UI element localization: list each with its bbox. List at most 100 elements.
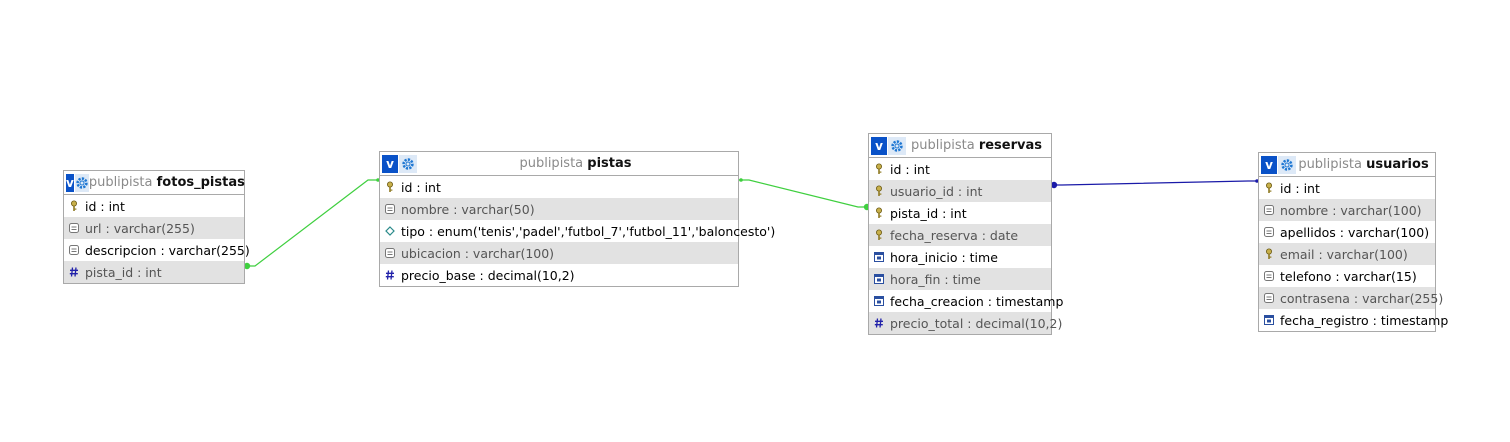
column-label: usuario_id : int bbox=[890, 183, 983, 199]
table-usuarios[interactable]: v publipista usuarios id : int nombre : … bbox=[1258, 152, 1448, 332]
relation-line-fotos-pistas-to-pistas bbox=[245, 179, 380, 267]
key-icon bbox=[68, 200, 80, 212]
table-fotos-pistas[interactable]: v publipista fotos_pistas id : int url :… bbox=[63, 170, 250, 284]
time-column-icon bbox=[1263, 314, 1275, 326]
column-row-url[interactable]: url : varchar(255) bbox=[64, 217, 244, 239]
table-pistas[interactable]: v publipista pistas id : int nombre : va… bbox=[379, 151, 775, 287]
number-column-icon bbox=[384, 269, 396, 281]
database-name: publipista bbox=[911, 138, 975, 153]
column-row-pista-id[interactable]: pista_id : int bbox=[64, 261, 244, 283]
column-row-fecha-creacion[interactable]: fecha_creacion : timestamp bbox=[869, 290, 1063, 312]
column-row-id[interactable]: id : int bbox=[380, 176, 738, 198]
table-name: pistas bbox=[587, 156, 632, 171]
column-row-precio-total[interactable]: precio_total : decimal(10,2) bbox=[869, 312, 1062, 334]
column-row-fecha-reserva[interactable]: fecha_reserva : date bbox=[869, 224, 1051, 246]
key-icon bbox=[1263, 248, 1275, 260]
text-column-icon bbox=[1263, 292, 1275, 304]
toggle-columns-button[interactable]: v bbox=[871, 136, 887, 155]
database-name: publipista bbox=[519, 156, 584, 171]
table-name: fotos_pistas bbox=[156, 175, 245, 190]
column-label: url : varchar(255) bbox=[85, 220, 195, 236]
text-column-icon bbox=[68, 244, 80, 256]
key-icon bbox=[873, 207, 885, 219]
toggle-columns-button[interactable]: v bbox=[382, 154, 398, 173]
time-column-icon bbox=[873, 273, 885, 285]
column-row-tipo[interactable]: tipo : enum('tenis','padel','futbol_7','… bbox=[380, 220, 775, 242]
column-label: precio_total : decimal(10,2) bbox=[890, 315, 1063, 331]
column-label: telefono : varchar(15) bbox=[1280, 268, 1417, 284]
relation-line-reservas-to-usuarios bbox=[1052, 180, 1258, 186]
column-label: nombre : varchar(100) bbox=[1280, 202, 1422, 218]
key-icon bbox=[873, 185, 885, 197]
table-header[interactable]: v publipista pistas bbox=[380, 152, 738, 176]
column-label: fecha_registro : timestamp bbox=[1280, 312, 1449, 328]
table-header[interactable]: v publipista reservas bbox=[869, 134, 1051, 158]
column-label: descripcion : varchar(255) bbox=[85, 242, 250, 258]
column-label: fecha_creacion : timestamp bbox=[890, 293, 1064, 309]
column-row-id[interactable]: id : int bbox=[869, 158, 1051, 180]
table-title[interactable]: publipista pistas bbox=[417, 156, 738, 171]
column-label: nombre : varchar(50) bbox=[401, 201, 535, 217]
table-header[interactable]: v publipista fotos_pistas bbox=[64, 171, 245, 195]
table-title[interactable]: publipista fotos_pistas bbox=[89, 175, 249, 190]
gear-icon[interactable] bbox=[74, 173, 89, 192]
key-icon bbox=[384, 181, 396, 193]
column-row-email[interactable]: email : varchar(100) bbox=[1259, 243, 1435, 265]
column-label: ubicacion : varchar(100) bbox=[401, 245, 555, 261]
column-label: id : int bbox=[890, 161, 930, 177]
column-row-precio-base[interactable]: precio_base : decimal(10,2) bbox=[380, 264, 738, 286]
column-row-nombre[interactable]: nombre : varchar(100) bbox=[1259, 199, 1435, 221]
designer-canvas: v publipista fotos_pistas id : int url :… bbox=[0, 0, 1510, 442]
table-title[interactable]: publipista reservas bbox=[906, 138, 1051, 153]
column-row-hora-inicio[interactable]: hora_inicio : time bbox=[869, 246, 1051, 268]
text-column-icon bbox=[384, 247, 396, 259]
column-row-id[interactable]: id : int bbox=[1259, 177, 1435, 199]
database-name: publipista bbox=[1298, 157, 1362, 172]
column-row-id[interactable]: id : int bbox=[64, 195, 244, 217]
table-name: usuarios bbox=[1366, 157, 1429, 172]
table-title[interactable]: publipista usuarios bbox=[1296, 157, 1435, 172]
column-row-pista-id[interactable]: pista_id : int bbox=[869, 202, 1051, 224]
column-label: apellidos : varchar(100) bbox=[1280, 224, 1430, 240]
column-row-ubicacion[interactable]: ubicacion : varchar(100) bbox=[380, 242, 738, 264]
column-label: pista_id : int bbox=[890, 205, 967, 221]
table-name: reservas bbox=[978, 138, 1042, 153]
column-label: contrasena : varchar(255) bbox=[1280, 290, 1444, 306]
database-name: publipista bbox=[88, 175, 153, 190]
column-label: hora_fin : time bbox=[890, 271, 981, 287]
time-column-icon bbox=[873, 251, 885, 263]
column-label: email : varchar(100) bbox=[1280, 246, 1408, 262]
column-label: hora_inicio : time bbox=[890, 249, 998, 265]
key-icon bbox=[873, 163, 885, 175]
toggle-columns-button[interactable]: v bbox=[66, 173, 74, 192]
column-row-nombre[interactable]: nombre : varchar(50) bbox=[380, 198, 738, 220]
column-row-fecha-registro[interactable]: fecha_registro : timestamp bbox=[1259, 309, 1448, 331]
column-label: precio_base : decimal(10,2) bbox=[401, 267, 575, 283]
column-label: tipo : enum('tenis','padel','futbol_7','… bbox=[401, 223, 776, 239]
key-icon bbox=[1263, 182, 1275, 194]
toggle-columns-button[interactable]: v bbox=[1261, 155, 1277, 174]
key-icon bbox=[873, 229, 885, 241]
text-column-icon bbox=[1263, 226, 1275, 238]
column-row-usuario-id[interactable]: usuario_id : int bbox=[869, 180, 1051, 202]
gear-icon[interactable] bbox=[888, 136, 906, 155]
text-column-icon bbox=[68, 222, 80, 234]
column-row-descripcion[interactable]: descripcion : varchar(255) bbox=[64, 239, 250, 261]
column-row-telefono[interactable]: telefono : varchar(15) bbox=[1259, 265, 1435, 287]
table-header[interactable]: v publipista usuarios bbox=[1259, 153, 1435, 177]
enum-column-icon bbox=[384, 225, 396, 237]
relation-dot bbox=[739, 178, 743, 182]
column-label: id : int bbox=[1280, 180, 1320, 196]
text-column-icon bbox=[384, 203, 396, 215]
column-row-apellidos[interactable]: apellidos : varchar(100) bbox=[1259, 221, 1435, 243]
column-row-contrasena[interactable]: contrasena : varchar(255) bbox=[1259, 287, 1443, 309]
time-column-icon bbox=[873, 295, 885, 307]
gear-icon[interactable] bbox=[1278, 155, 1296, 174]
table-reservas[interactable]: v publipista reservas id : int usuario_i… bbox=[868, 133, 1063, 335]
text-column-icon bbox=[1263, 270, 1275, 282]
column-label: id : int bbox=[401, 179, 441, 195]
column-label: fecha_reserva : date bbox=[890, 227, 1019, 243]
text-column-icon bbox=[1263, 204, 1275, 216]
column-row-hora-fin[interactable]: hora_fin : time bbox=[869, 268, 1051, 290]
gear-icon[interactable] bbox=[399, 154, 417, 173]
